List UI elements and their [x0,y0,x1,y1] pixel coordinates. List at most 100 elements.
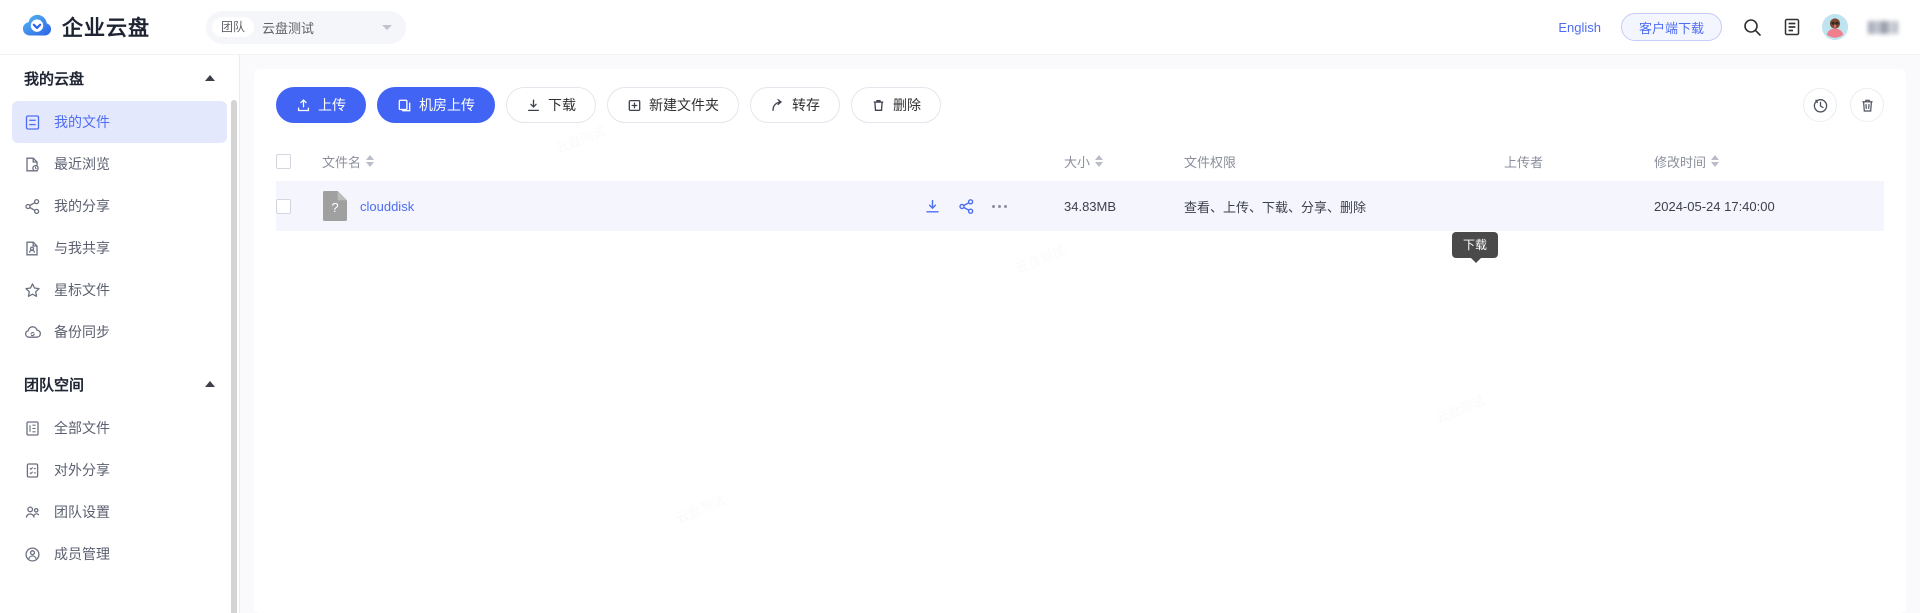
table-header: 文件名 大小 文件权限 上传者 修改时间 [276,141,1884,181]
select-all-checkbox[interactable] [276,153,291,169]
recycle-bin-icon [1859,97,1876,114]
client-download-button[interactable]: 客户端下载 [1620,13,1722,41]
star-icon [24,282,41,299]
cell-uploader [1504,181,1654,231]
search-icon[interactable] [1742,17,1762,37]
sidebar-item-label: 成员管理 [54,546,110,562]
th-label: 上传者 [1504,154,1544,170]
recent-file-icon [24,156,41,173]
sidebar-scrollbar[interactable] [231,100,237,613]
more-icon[interactable] [992,198,1007,215]
app-header: 企业云盘 团队 云盘测试 English 客户端下载 [0,0,1920,55]
sort-modified-icon[interactable] [1711,155,1720,167]
th-filename: 文件名 [322,141,924,181]
button-label: 上传 [318,97,346,113]
sidebar-item-my-files[interactable]: 我的文件 [12,101,227,143]
sidebar-item-label: 全部文件 [54,420,110,436]
cell-modified: 2024-05-24 17:40:00 [1654,198,1775,214]
team-tag: 团队 [212,17,255,37]
sort-size-icon[interactable] [1095,155,1104,167]
file-toolbar: 上传 机房上传 下载 新建文件夹 转存 删除 [276,69,1884,141]
language-link[interactable]: English [1558,20,1601,35]
main-content: 云盘测试 云盘测试 云盘测试 云盘测试 上传 [240,55,1920,613]
brand[interactable]: 企业云盘 [22,12,150,42]
download-button[interactable]: 下载 [506,87,596,123]
table-header-row: 文件名 大小 文件权限 上传者 修改时间 [276,141,1884,181]
table-body: ? clouddisk 34.83MB 查看、上传、下载、分享、删除 2024-… [276,181,1884,231]
sidebar-item-recent[interactable]: 最近浏览 [12,143,227,185]
th-label: 大小 [1064,154,1091,170]
delete-button[interactable]: 删除 [851,87,941,123]
download-tooltip: 下载 [1452,232,1499,263]
history-icon [1812,97,1829,114]
share-icon[interactable] [958,198,975,215]
sidebar-item-label: 备份同步 [54,324,110,340]
sidebar-item-label: 对外分享 [54,462,110,478]
th-uploader: 上传者 [1504,141,1654,181]
history-button[interactable] [1803,88,1837,122]
sidebar-group-my-cloud[interactable]: 我的云盘 [12,55,227,101]
button-label: 新建文件夹 [649,97,719,113]
recycle-bin-button[interactable] [1850,88,1884,122]
button-label: 机房上传 [419,97,475,113]
cell-actions [924,181,1064,231]
brand-name: 企业云盘 [62,17,150,40]
sidebar-item-external-share[interactable]: 对外分享 [12,449,227,491]
sidebar-group-team-space[interactable]: 团队空间 [12,361,227,407]
transfer-save-button[interactable]: 转存 [750,87,840,123]
team-settings-icon [24,504,41,521]
row-checkbox[interactable] [276,198,291,214]
sidebar-item-member-manage[interactable]: 成员管理 [12,533,227,575]
th-permission: 文件权限 [1184,141,1504,181]
server-upload-button[interactable]: 机房上传 [377,87,495,123]
sort-filename-icon[interactable] [366,155,375,167]
toolbar-right-actions [1803,88,1884,122]
sidebar-item-all-files[interactable]: 全部文件 [12,407,227,449]
document-list-icon[interactable] [1782,17,1802,37]
user-name [1868,20,1898,34]
sidebar-item-label: 团队设置 [54,504,110,520]
th-label: 修改时间 [1654,154,1707,170]
unknown-file-icon: ? [322,190,348,222]
cell-permission: 查看、上传、下载、分享、删除 [1184,199,1367,215]
chevron-down-icon [382,24,392,30]
svg-text:?: ? [331,200,338,215]
sidebar-item-team-settings[interactable]: 团队设置 [12,491,227,533]
sidebar-item-shared-with-me[interactable]: 与我共享 [12,227,227,269]
header-actions: English 客户端下载 [1558,13,1898,41]
sidebar-item-backup-sync[interactable]: 备份同步 [12,311,227,353]
th-checkbox [276,141,322,181]
cell-size: 34.83MB [1064,198,1117,214]
th-size: 大小 [1064,141,1184,181]
sidebar-item-label: 与我共享 [54,240,110,256]
download-icon[interactable] [924,198,941,215]
file-name-link[interactable]: clouddisk [360,199,414,214]
sidebar-item-label: 最近浏览 [54,156,110,172]
new-folder-icon [627,98,642,113]
new-folder-button[interactable]: 新建文件夹 [607,87,739,123]
trash-icon [871,98,886,113]
upload-button[interactable]: 上传 [276,87,366,123]
server-upload-icon [397,98,412,113]
sidebar-item-my-shares[interactable]: 我的分享 [12,185,227,227]
cloud-sync-icon [24,324,41,341]
table-row[interactable]: ? clouddisk 34.83MB 查看、上传、下载、分享、删除 2024-… [276,181,1884,231]
chevron-up-icon [205,75,215,81]
app-body: 我的云盘 我的文件 最近浏览 我的分享 与我共享 星标文件 备份同步 团队空间 … [0,55,1920,613]
sidebar: 我的云盘 我的文件 最近浏览 我的分享 与我共享 星标文件 备份同步 团队空间 … [0,55,240,613]
team-selector[interactable]: 团队 云盘测试 [206,10,406,44]
chevron-up-icon [205,381,215,387]
button-label: 转存 [792,97,820,113]
list-file-icon [24,420,41,437]
th-label: 文件权限 [1184,154,1237,170]
th-label: 文件名 [322,154,362,170]
external-share-icon [24,462,41,479]
sidebar-item-label: 我的文件 [54,114,110,130]
avatar[interactable] [1822,14,1848,40]
transfer-save-icon [770,98,785,113]
share-icon [24,198,41,215]
sidebar-item-label: 我的分享 [54,198,110,214]
file-icon [24,114,41,131]
sidebar-item-starred[interactable]: 星标文件 [12,269,227,311]
cell-checkbox [276,181,322,231]
